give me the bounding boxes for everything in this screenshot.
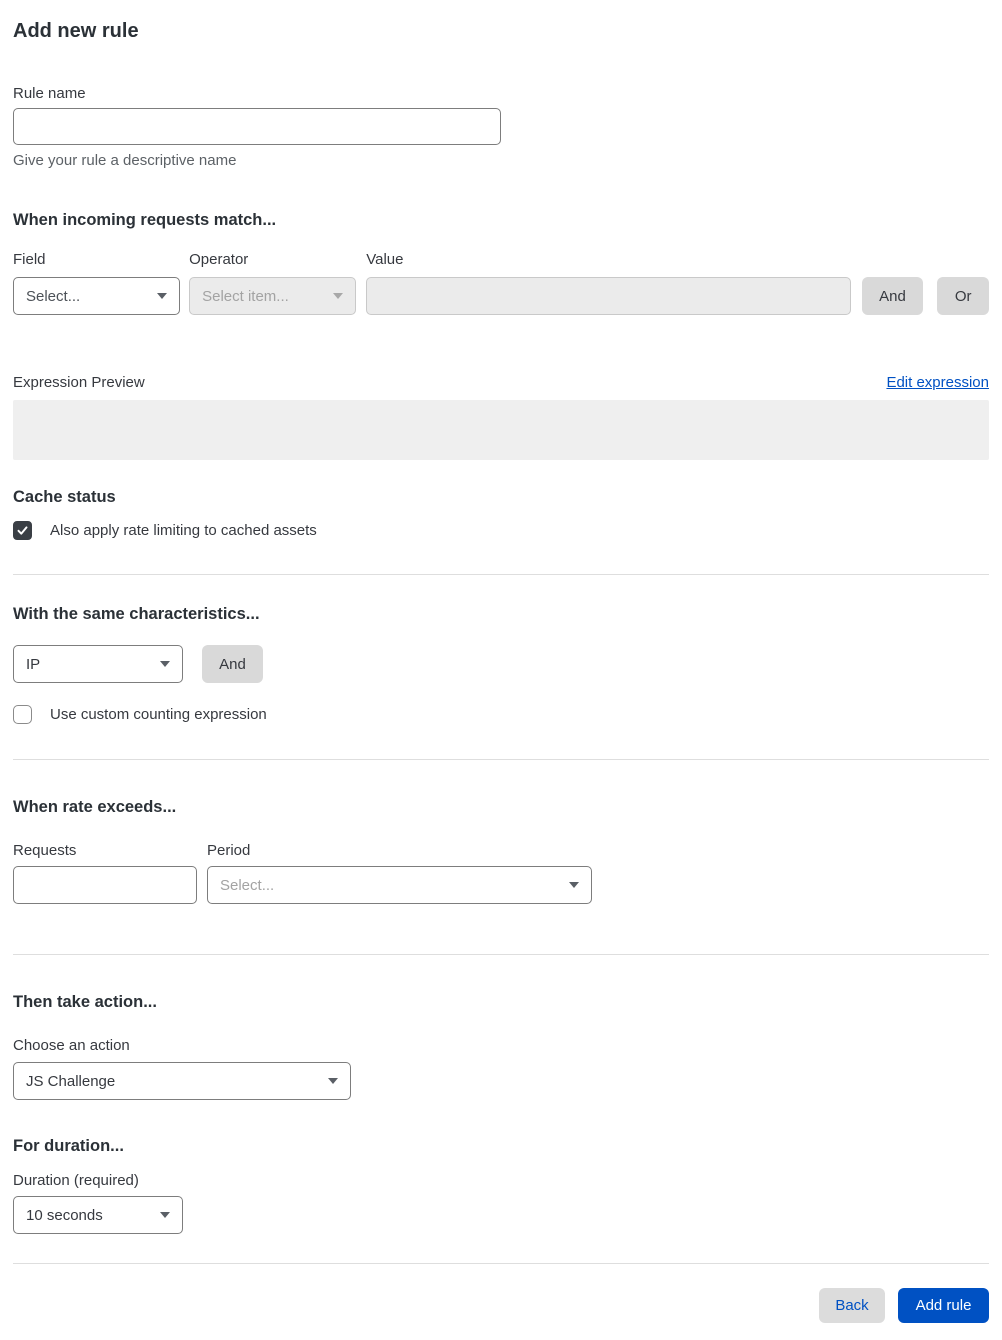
expression-preview-header: Expression Preview Edit expression	[13, 373, 989, 393]
characteristic-select[interactable]: IP	[13, 645, 183, 683]
period-select[interactable]: Select...	[207, 866, 592, 904]
characteristics-heading: With the same characteristics...	[13, 605, 260, 623]
field-select[interactable]: Select...	[13, 277, 181, 315]
chevron-down-icon	[160, 661, 170, 667]
requests-input[interactable]	[13, 866, 197, 904]
chevron-down-icon	[328, 1078, 338, 1084]
and-button[interactable]: And	[861, 277, 924, 315]
custom-counting-checkbox[interactable]	[13, 705, 32, 724]
checkmark-icon	[17, 526, 28, 535]
add-rule-button[interactable]: Add rule	[898, 1288, 989, 1323]
footer-divider	[13, 1263, 989, 1264]
operator-select-value: Select item...	[202, 287, 289, 305]
footer-actions: Back Add rule	[13, 1288, 989, 1336]
value-column: Value	[366, 251, 851, 315]
section-divider	[13, 954, 989, 955]
rate-heading: When rate exceeds...	[13, 798, 177, 816]
chevron-down-icon	[569, 882, 579, 888]
duration-label: Duration (required)	[13, 1172, 139, 1189]
cached-assets-checkbox[interactable]	[13, 521, 32, 540]
rule-name-helper: Give your rule a descriptive name	[13, 152, 237, 169]
choose-action-label: Choose an action	[13, 1037, 130, 1054]
field-column: Field Select...	[13, 251, 181, 315]
duration-select-value: 10 seconds	[26, 1206, 103, 1224]
action-select[interactable]: JS Challenge	[13, 1062, 351, 1100]
chevron-down-icon	[157, 293, 168, 299]
period-select-value: Select...	[220, 876, 275, 894]
requests-label: Requests	[13, 842, 77, 859]
custom-counting-checkbox-label: Use custom counting expression	[50, 706, 267, 723]
match-row: Field Select... Operator Select item... …	[13, 251, 990, 315]
operator-label: Operator	[189, 251, 249, 268]
operator-select: Select item...	[189, 277, 357, 315]
rule-name-section: Rule name Give your rule a descriptive n…	[13, 85, 989, 170]
period-label: Period	[207, 842, 251, 859]
rule-name-input[interactable]	[13, 108, 501, 145]
rate-inputs-row: Select...	[13, 866, 989, 904]
action-heading: Then take action...	[13, 993, 157, 1011]
cache-checkbox-row: Also apply rate limiting to cached asset…	[13, 521, 989, 540]
expression-preview-label: Expression Preview	[13, 374, 145, 391]
custom-expression-row: Use custom counting expression	[13, 705, 989, 724]
rate-labels-row: Requests Period	[13, 842, 989, 860]
value-input	[366, 277, 851, 315]
value-label: Value	[366, 251, 404, 268]
rule-name-label: Rule name	[13, 85, 86, 102]
expression-preview-box	[13, 400, 989, 460]
duration-select[interactable]: 10 seconds	[13, 1196, 183, 1234]
chevron-down-icon	[333, 293, 344, 299]
duration-heading: For duration...	[13, 1137, 124, 1155]
field-select-value: Select...	[26, 287, 81, 305]
add-characteristic-and-button[interactable]: And	[202, 645, 263, 683]
characteristics-row: IP And	[13, 645, 989, 683]
edit-expression-link[interactable]: Edit expression	[886, 373, 989, 393]
field-label: Field	[13, 251, 46, 268]
cache-status-heading: Cache status	[13, 488, 116, 506]
cached-assets-checkbox-label: Also apply rate limiting to cached asset…	[50, 522, 317, 539]
add-rule-form: Add new rule Rule name Give your rule a …	[0, 0, 1002, 1336]
match-section-heading: When incoming requests match...	[13, 211, 277, 229]
chevron-down-icon	[160, 1212, 170, 1218]
operator-column: Operator Select item...	[189, 251, 357, 315]
section-divider	[13, 759, 989, 760]
action-select-value: JS Challenge	[26, 1072, 116, 1090]
page-title: Add new rule	[13, 20, 139, 42]
characteristic-select-value: IP	[26, 655, 41, 673]
section-divider	[13, 574, 989, 575]
or-button[interactable]: Or	[937, 277, 990, 315]
back-button[interactable]: Back	[819, 1288, 885, 1323]
